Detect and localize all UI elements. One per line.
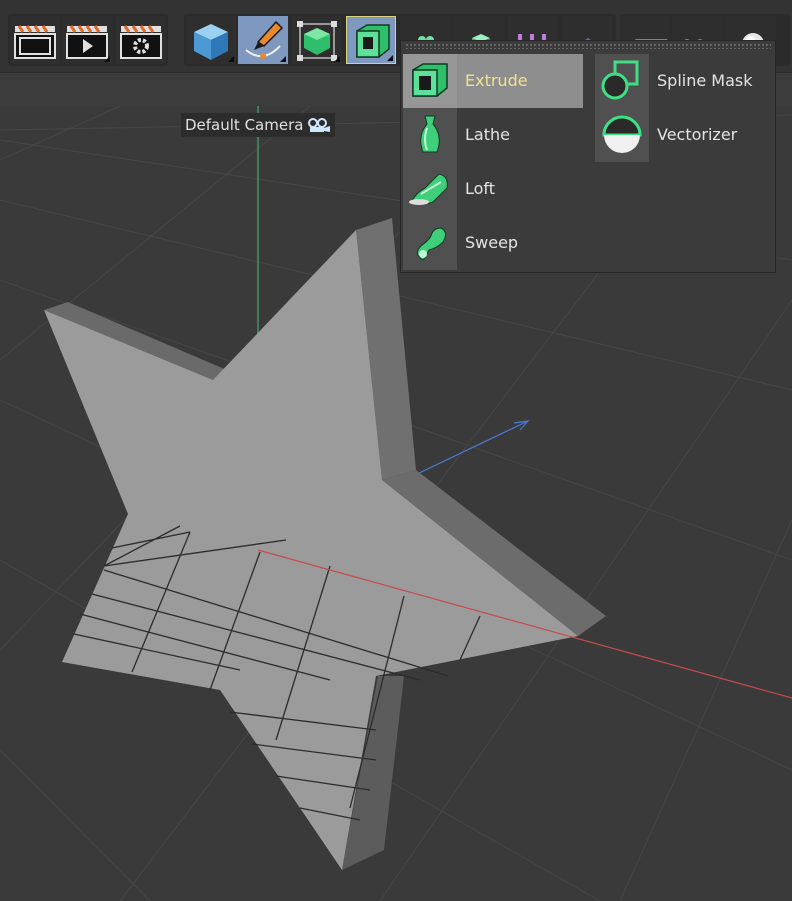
menu-item-lathe[interactable]: Lathe [403, 108, 583, 162]
render-to-picture-viewer-button[interactable] [62, 16, 112, 64]
submenu-indicator [387, 55, 393, 61]
menu-item-label: Lathe [465, 125, 510, 144]
menu-item-vectorizer[interactable]: Vectorizer [595, 108, 773, 162]
render-view-button[interactable] [10, 16, 60, 64]
submenu-indicator [228, 56, 234, 62]
vectorizer-icon [602, 115, 642, 153]
clapper-gear-icon [120, 25, 162, 59]
menu-item-label: Sweep [465, 233, 519, 252]
camera-label[interactable]: Default Camera [181, 113, 336, 137]
loft-icon [409, 173, 448, 205]
menu-item-sweep[interactable]: Sweep [403, 216, 583, 270]
subdivision-surface-button[interactable] [292, 16, 342, 64]
camera-icon [308, 118, 331, 132]
submenu-indicator [104, 56, 110, 62]
render-settings-button[interactable] [116, 16, 166, 64]
menu-item-label: Vectorizer [657, 125, 738, 144]
spline-mask-icon [601, 60, 639, 100]
pen-spline-button[interactable] [238, 16, 288, 64]
extrude-generator-button[interactable] [346, 16, 396, 64]
submenu-indicator [280, 56, 286, 62]
menu-item-label: Loft [465, 179, 496, 198]
menu-item-loft[interactable]: Loft [403, 162, 583, 216]
extrude-icon [412, 63, 448, 97]
menu-item-label: Spline Mask [657, 71, 753, 90]
clapper-viewport-icon [14, 25, 56, 59]
generator-popup-menu: Extrude Lathe Loft Sweep Spline Mask Vec… [400, 40, 776, 273]
popup-tear-off-handle[interactable] [405, 43, 771, 49]
camera-label-text: Default Camera [185, 116, 304, 134]
sweep-icon [417, 227, 447, 261]
menu-item-label: Extrude [465, 71, 528, 90]
menu-item-extrude[interactable]: Extrude [403, 54, 583, 108]
submenu-indicator [334, 56, 340, 62]
lathe-icon [420, 115, 440, 153]
cube-button[interactable] [186, 16, 236, 64]
star-object[interactable] [44, 218, 606, 870]
menu-item-spline-mask[interactable]: Spline Mask [595, 54, 773, 108]
